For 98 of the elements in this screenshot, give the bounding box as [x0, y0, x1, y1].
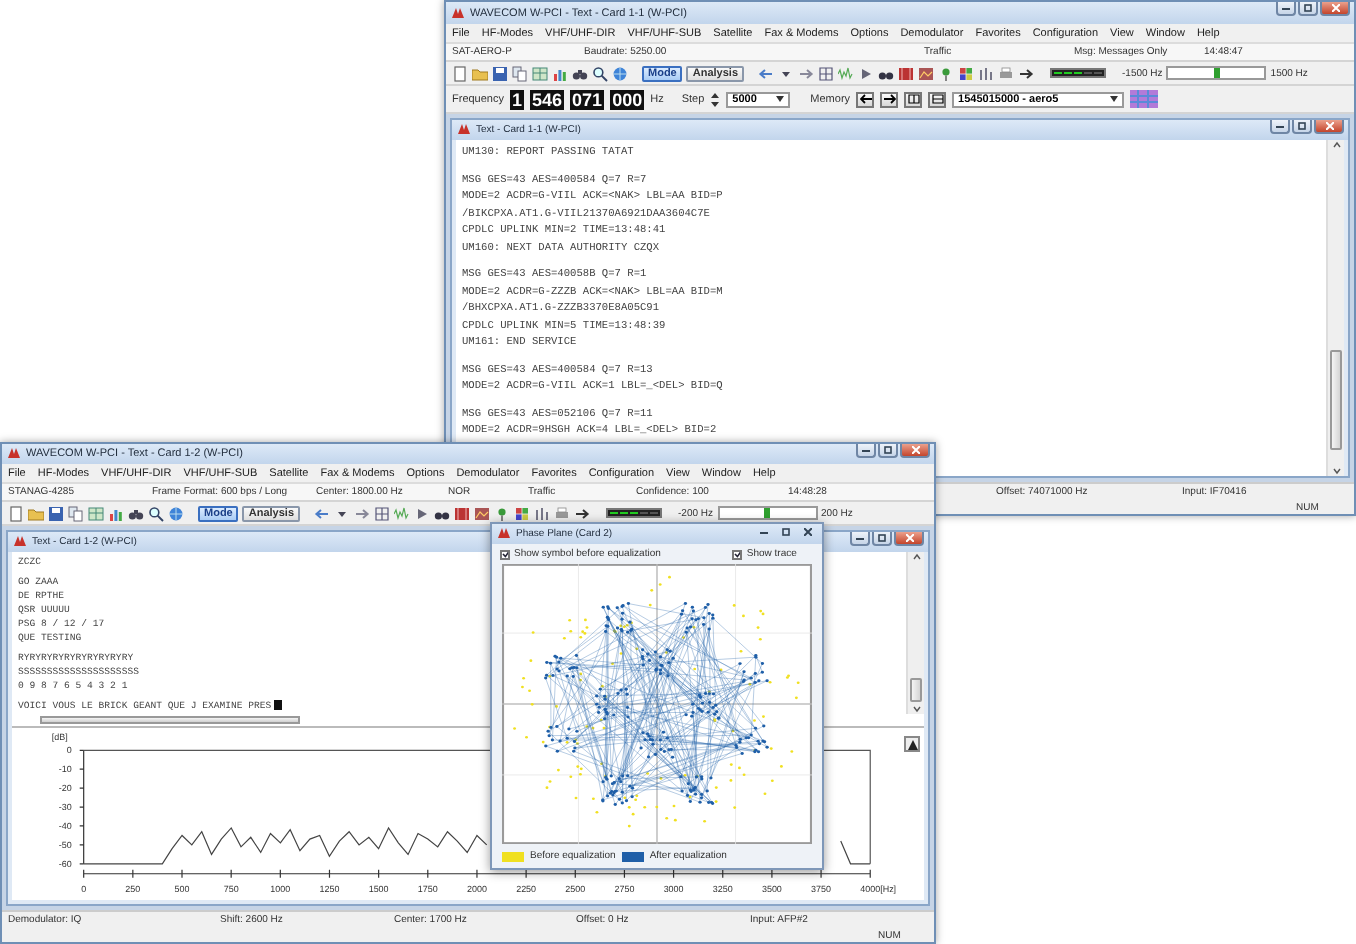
- table-icon[interactable]: [532, 65, 548, 81]
- grid-icon[interactable]: [818, 65, 834, 81]
- frequency-digits: 000: [610, 89, 645, 109]
- checkbox[interactable]: [732, 549, 743, 559]
- binoculars-icon[interactable]: [128, 505, 144, 521]
- film-icon[interactable]: [454, 505, 470, 521]
- search-icon[interactable]: [592, 65, 608, 81]
- minimize-button[interactable]: [1276, 2, 1296, 16]
- arrow-right-icon[interactable]: [1018, 65, 1034, 81]
- chart-icon[interactable]: [552, 65, 568, 81]
- close-icon: [804, 527, 812, 535]
- arrow-right-icon[interactable]: [574, 505, 590, 521]
- scroll-down-icon[interactable]: [1331, 466, 1341, 476]
- signal-meter: [606, 508, 662, 518]
- maximize-button[interactable]: [1298, 2, 1318, 16]
- minimize-icon: [1282, 6, 1290, 10]
- arrow-left-icon[interactable]: [314, 505, 330, 521]
- caret-down-icon: [1110, 96, 1119, 102]
- text-cursor: [273, 700, 282, 711]
- waveform-icon[interactable]: [394, 505, 410, 521]
- y-axis: [79, 749, 85, 865]
- minimize-icon: [862, 448, 870, 452]
- maximize-button[interactable]: [776, 524, 796, 538]
- minimize-button[interactable]: [856, 444, 876, 458]
- close-button[interactable]: [894, 532, 924, 546]
- scroll-down-icon[interactable]: [911, 704, 921, 714]
- arrow-right-icon: [883, 94, 896, 104]
- maximize-button[interactable]: [878, 444, 898, 458]
- next-button[interactable]: [880, 91, 899, 107]
- scroll-up-icon[interactable]: [1331, 140, 1341, 150]
- tuning-indicator: [1166, 66, 1267, 80]
- new-document-icon[interactable]: [452, 65, 468, 81]
- frequency-digits: 546: [530, 89, 565, 109]
- grid-icon: [907, 94, 920, 104]
- waveform-icon[interactable]: [838, 65, 854, 81]
- close-button[interactable]: [900, 444, 930, 458]
- maximize-icon: [1298, 122, 1306, 130]
- close-button[interactable]: [1320, 2, 1350, 16]
- grid-icon[interactable]: [374, 505, 390, 521]
- chart-icon[interactable]: [108, 505, 124, 521]
- image-icon[interactable]: [474, 505, 490, 521]
- copy-icon[interactable]: [512, 65, 528, 81]
- close-button[interactable]: [798, 524, 818, 538]
- tiles-icon[interactable]: [958, 65, 974, 81]
- new-document-icon[interactable]: [8, 505, 24, 521]
- arrow-left-icon[interactable]: [758, 65, 774, 81]
- arrow-left-icon: [859, 94, 872, 104]
- minimize-button[interactable]: [1270, 120, 1290, 134]
- minimize-icon: [1276, 124, 1284, 128]
- maximize-icon: [878, 534, 886, 542]
- minimize-button[interactable]: [850, 532, 870, 546]
- grid-icon: [931, 94, 944, 104]
- app-icon: [8, 448, 20, 460]
- peak-button[interactable]: [904, 736, 921, 752]
- caret-down-icon: [776, 96, 785, 102]
- app-icon: [458, 124, 470, 136]
- equalizer-icon[interactable]: [978, 65, 994, 81]
- scrollbar-thumb[interactable]: [40, 716, 300, 724]
- app-icon: [452, 7, 464, 19]
- frequency-digits: 1: [510, 89, 525, 109]
- close-button[interactable]: [1314, 120, 1344, 134]
- previous-button[interactable]: [856, 91, 875, 107]
- close-icon: [905, 534, 913, 542]
- memory-button[interactable]: [928, 91, 947, 107]
- peak-icon: [907, 739, 918, 749]
- maximize-button[interactable]: [872, 532, 892, 546]
- app-icon: [14, 536, 26, 548]
- minimize-icon: [856, 536, 864, 540]
- tiles-icon[interactable]: [514, 505, 530, 521]
- frequency-digits: 071: [570, 89, 605, 109]
- maximize-icon: [782, 527, 790, 535]
- copy-icon[interactable]: [68, 505, 84, 521]
- close-icon: [1331, 4, 1339, 12]
- scrollbar[interactable]: [906, 552, 924, 714]
- pin-icon[interactable]: [494, 505, 510, 521]
- search-icon[interactable]: [148, 505, 164, 521]
- pin-icon[interactable]: [938, 65, 954, 81]
- spinner-icon[interactable]: [710, 91, 721, 107]
- scrollbar[interactable]: [1326, 140, 1344, 476]
- table-icon[interactable]: [88, 505, 104, 521]
- maximize-icon: [1304, 4, 1312, 12]
- scroll-up-icon[interactable]: [911, 552, 921, 562]
- signal-meter: [1050, 68, 1106, 78]
- binoculars-icon[interactable]: [572, 65, 588, 81]
- pattern-icon[interactable]: [1130, 90, 1159, 108]
- close-icon: [1325, 122, 1333, 130]
- maximize-button[interactable]: [1292, 120, 1312, 134]
- memory-button[interactable]: [904, 91, 923, 107]
- maximize-icon: [884, 446, 892, 454]
- checkbox[interactable]: [500, 549, 510, 559]
- image-icon[interactable]: [918, 65, 934, 81]
- equalizer-icon[interactable]: [534, 505, 550, 521]
- film-icon[interactable]: [898, 65, 914, 81]
- app-icon: [498, 528, 510, 540]
- scrollbar-thumb[interactable]: [1330, 350, 1342, 450]
- scrollbar-thumb[interactable]: [910, 678, 922, 702]
- tuning-indicator: [717, 506, 818, 520]
- close-icon: [911, 446, 919, 454]
